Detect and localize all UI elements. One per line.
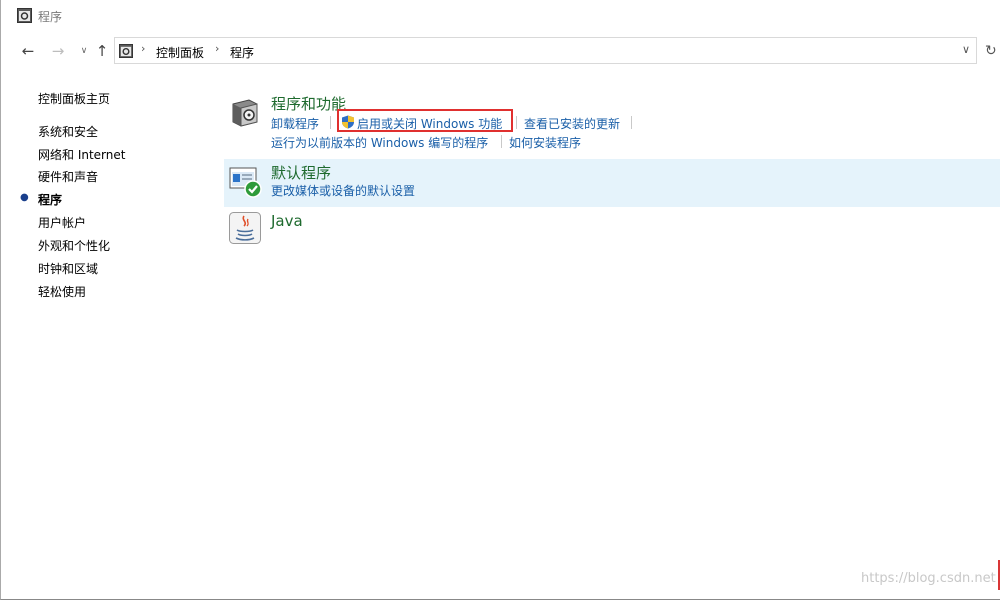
- nav-item-network-internet[interactable]: 网络和 Internet: [38, 146, 125, 163]
- breadcrumb-separator-icon[interactable]: ›: [215, 42, 219, 55]
- breadcrumb-item[interactable]: 控制面板: [156, 44, 204, 61]
- programs-box-icon: [232, 99, 258, 127]
- forward-arrow-icon[interactable]: →: [49, 42, 67, 60]
- link-divider: [501, 135, 502, 148]
- run-older-programs-link[interactable]: 运行为以前版本的 Windows 编写的程序: [271, 134, 488, 151]
- refresh-icon[interactable]: ↻: [985, 43, 997, 59]
- up-arrow-icon[interactable]: ↑: [93, 42, 111, 60]
- category-title[interactable]: Java: [271, 212, 303, 230]
- nav-item-appearance[interactable]: 外观和个性化: [38, 237, 110, 254]
- category-title[interactable]: 默认程序: [271, 162, 331, 183]
- uninstall-program-link[interactable]: 卸载程序: [271, 115, 319, 132]
- nav-item-programs[interactable]: 程序: [38, 191, 62, 208]
- category-default-programs: 默认程序 更改媒体或设备的默认设置: [224, 159, 1000, 207]
- annotation-highlight-box: [337, 109, 513, 132]
- java-icon: [229, 212, 261, 244]
- nav-item-user-accounts[interactable]: 用户帐户: [38, 214, 86, 231]
- address-bar[interactable]: › 控制面板 › 程序 ∨: [114, 37, 977, 64]
- control-panel-icon: [17, 8, 32, 23]
- nav-item-system-security[interactable]: 系统和安全: [38, 123, 98, 140]
- nav-item-hardware-sound[interactable]: 硬件和声音: [38, 168, 98, 185]
- link-divider: [516, 116, 517, 129]
- current-item-bullet-icon: ●: [20, 192, 29, 203]
- category-java: Java: [224, 210, 1000, 250]
- control-panel-icon: [119, 44, 133, 58]
- navigation-bar: ← → ∨ ↑ › 控制面板 › 程序 ∨ ↻: [1, 36, 1000, 66]
- window-title: 程序: [38, 10, 63, 24]
- link-divider: [330, 116, 331, 129]
- view-installed-updates-link[interactable]: 查看已安装的更新: [524, 115, 620, 132]
- nav-item-control-panel-home[interactable]: 控制面板主页: [38, 90, 110, 107]
- breadcrumb-item[interactable]: 程序: [230, 44, 254, 61]
- how-to-install-link[interactable]: 如何安装程序: [509, 134, 581, 151]
- nav-item-ease-of-access[interactable]: 轻松使用: [38, 283, 86, 300]
- category-title[interactable]: 程序和功能: [271, 93, 346, 114]
- address-dropdown-chevron-icon[interactable]: ∨: [962, 43, 970, 56]
- default-programs-icon: [229, 167, 262, 198]
- back-arrow-icon[interactable]: ←: [19, 42, 37, 60]
- watermark: https://blog.csdn.net: [861, 571, 996, 586]
- title-bar: 程序: [1, 0, 1000, 32]
- recent-locations-chevron-icon[interactable]: ∨: [75, 42, 93, 60]
- change-media-defaults-link[interactable]: 更改媒体或设备的默认设置: [271, 182, 415, 199]
- nav-item-clock-region[interactable]: 时钟和区域: [38, 260, 98, 277]
- breadcrumb-separator-icon[interactable]: ›: [141, 42, 145, 55]
- link-divider: [631, 116, 632, 129]
- control-panel-window: 程序 ← → ∨ ↑ › 控制面板 › 程序 ∨ ↻ 控制面板主页 系统和安全 …: [0, 0, 1000, 600]
